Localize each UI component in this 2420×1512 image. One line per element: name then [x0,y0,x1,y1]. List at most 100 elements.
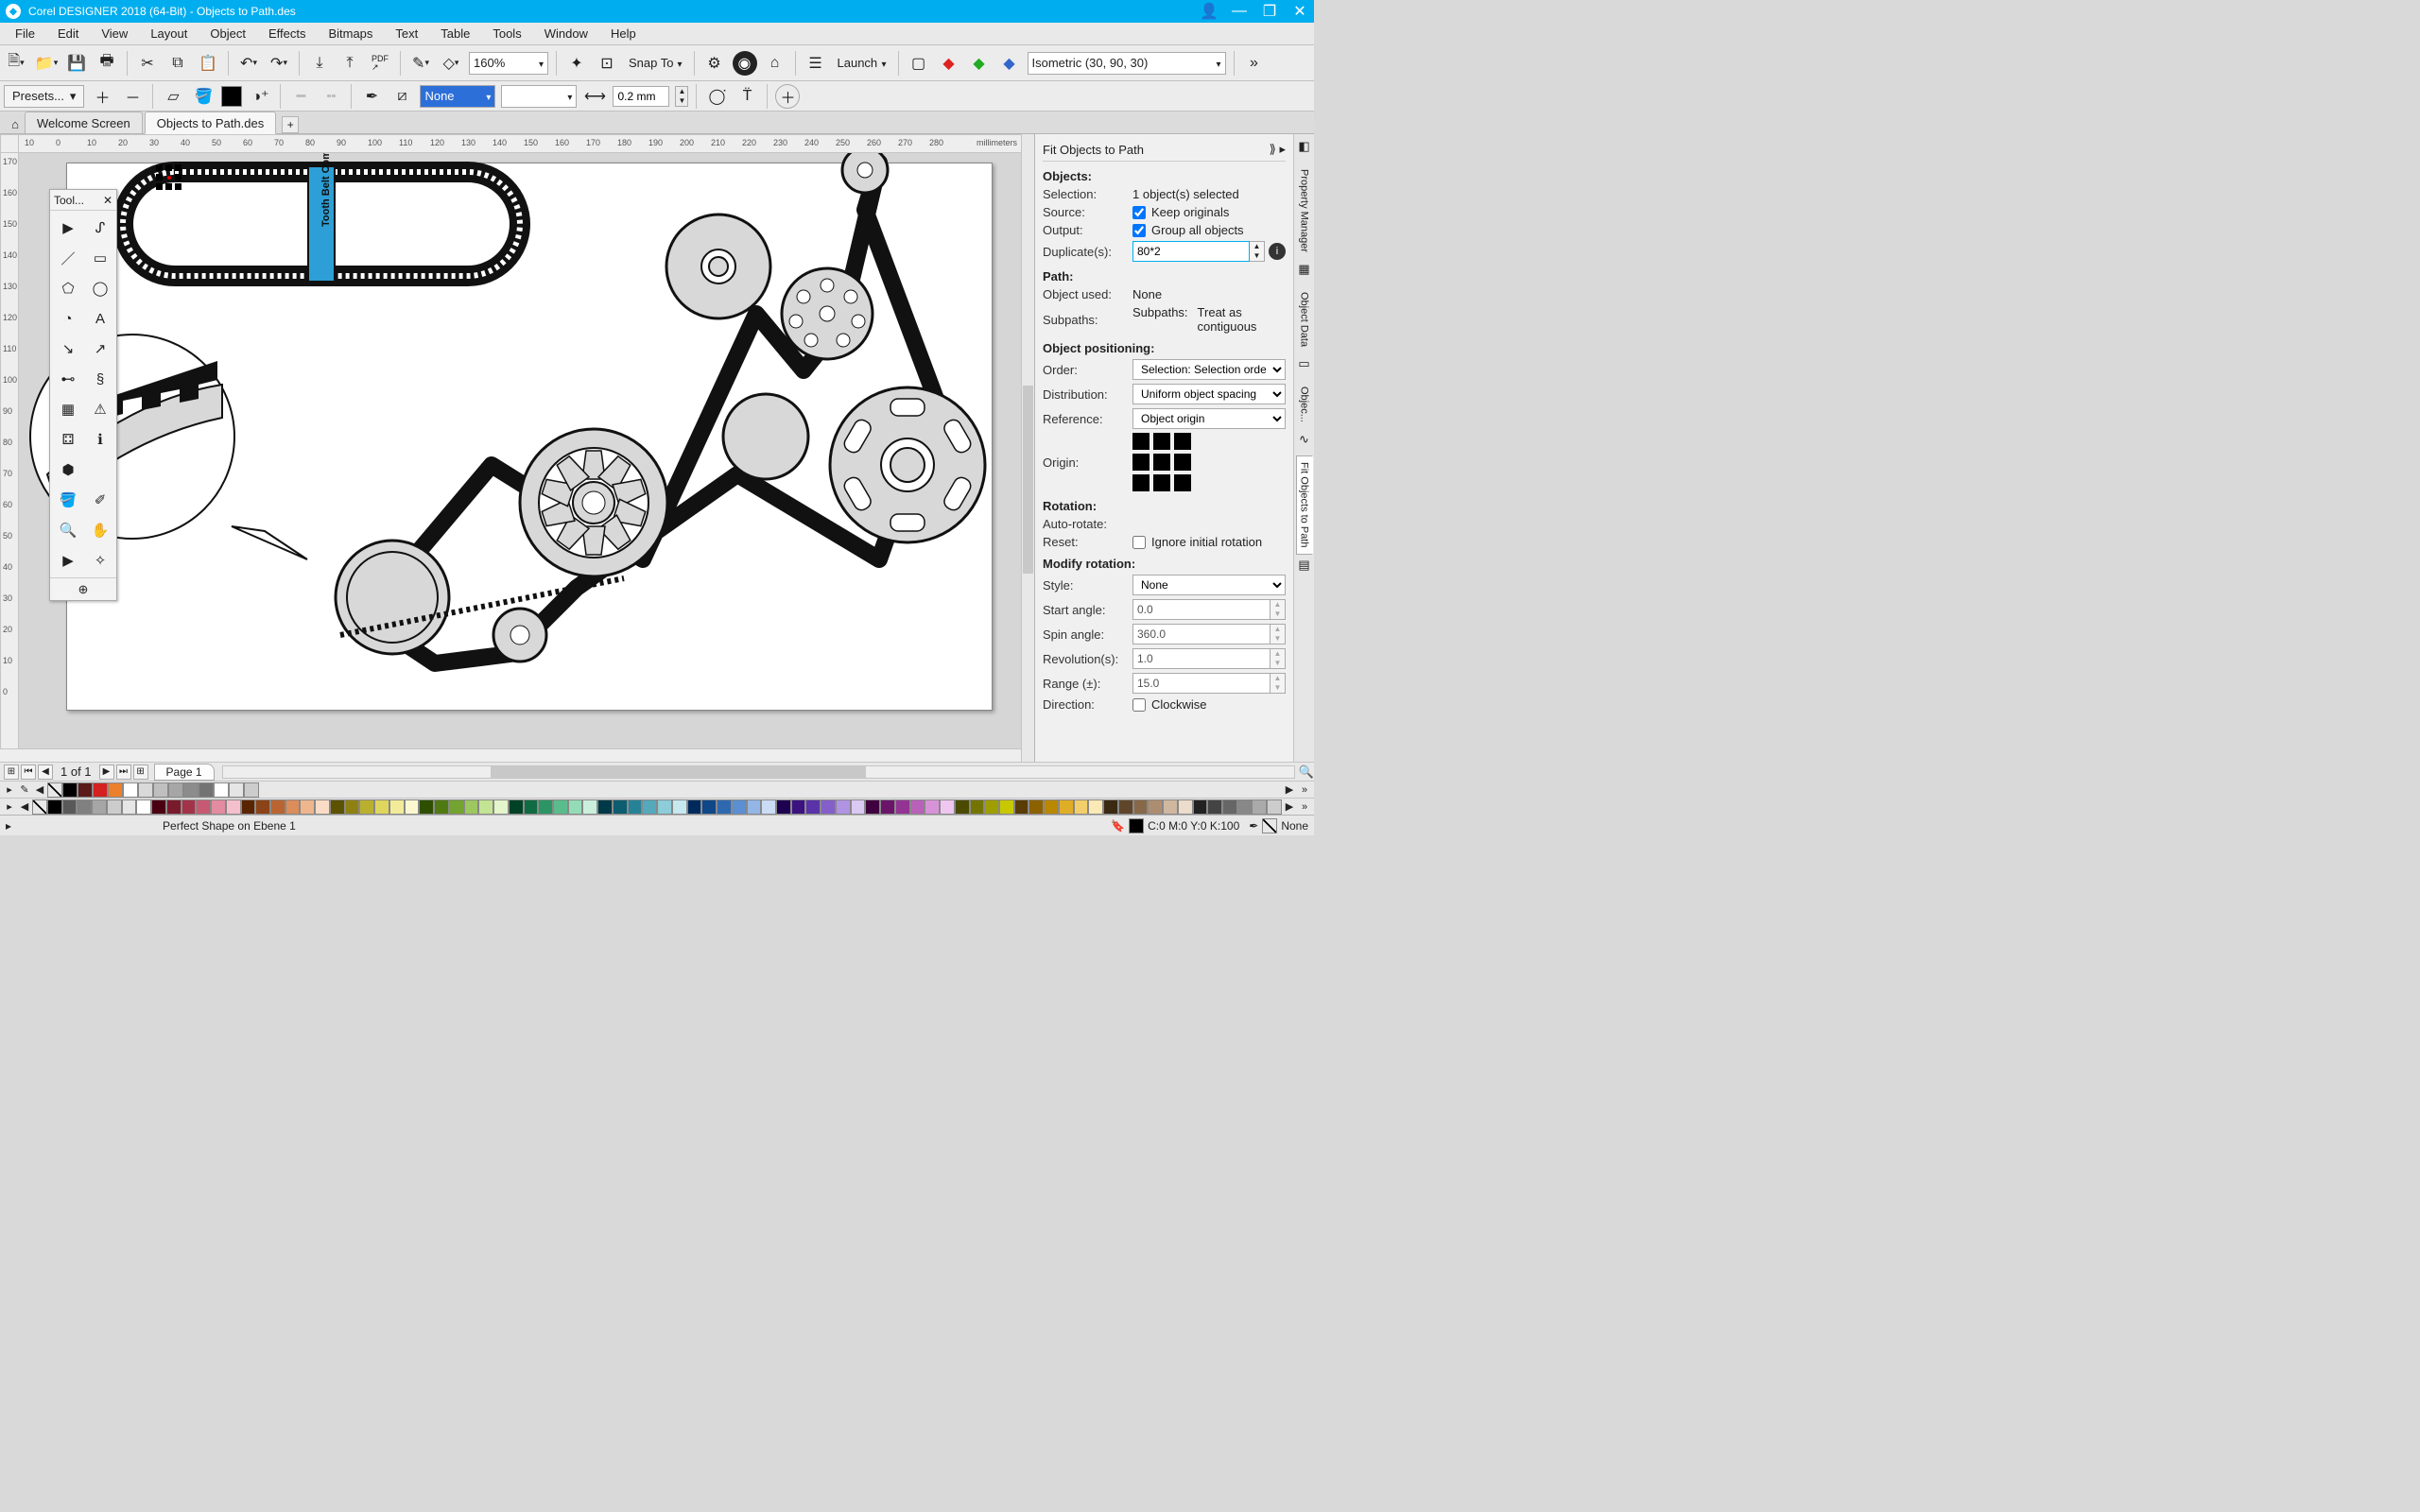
color-swatch[interactable] [628,799,643,815]
color-swatch[interactable] [138,782,153,798]
line-style-dash-icon[interactable]: ╍ [319,84,343,109]
delete-tool[interactable]: ⚠ [86,396,114,422]
color-swatch[interactable] [1237,799,1253,815]
doc-palette-scroll-right[interactable]: ▶ [1282,782,1297,798]
fill-tool[interactable]: 🪣 [54,487,82,513]
outline-color-dropdown[interactable]: None [420,85,495,108]
pen-icon[interactable]: ✒ [359,84,384,109]
color-swatch[interactable] [895,799,910,815]
cube-front-icon[interactable]: ◆ [967,51,992,76]
menu-help[interactable]: Help [601,24,646,43]
page-tab[interactable]: Page 1 [154,764,215,781]
menu-table[interactable]: Table [431,24,479,43]
node-tool[interactable]: ⊷ [54,366,82,392]
color-swatch[interactable] [553,799,568,815]
menu-edit[interactable]: Edit [48,24,88,43]
docker-tab-icon-3[interactable]: ▭ [1296,355,1313,372]
color-swatch[interactable] [196,799,211,815]
color-swatch[interactable] [1252,799,1267,815]
tab-document[interactable]: Objects to Path.des [145,112,276,134]
menu-window[interactable]: Window [535,24,597,43]
snap-grid-icon[interactable]: ⊡ [595,51,619,76]
drawing-plane-icon[interactable]: ▢ [907,51,931,76]
color-swatch[interactable] [285,799,301,815]
rectangle-tool[interactable]: ▭ [86,245,114,271]
cut-button[interactable]: ✂ [135,51,160,76]
color-swatch[interactable] [1028,799,1044,815]
color-swatch[interactable] [657,799,672,815]
save-button[interactable]: 💾 [64,51,89,76]
line-style-solid-icon[interactable]: ━ [288,84,313,109]
outline-width-dropdown[interactable] [501,85,577,108]
color-swatch[interactable] [925,799,940,815]
color-swatch[interactable] [865,799,880,815]
color-swatch[interactable] [1163,799,1178,815]
docker-tab-object-data[interactable]: Object Data [1296,285,1313,353]
ruler-horizontal[interactable]: millimeters 1001020304050607080901001101… [19,134,1021,153]
color-swatch[interactable] [211,799,226,815]
color-swatch[interactable] [93,782,108,798]
shape-tool-icon[interactable]: ◇▾ [439,51,463,76]
spiral-tool[interactable]: § [86,366,114,392]
spinner-down[interactable]: ▼ [676,96,687,106]
color-swatch[interactable] [493,799,509,815]
color-swatch[interactable] [77,799,92,815]
color-swatch[interactable] [642,799,657,815]
connector-tool[interactable]: ↗ [86,335,114,362]
page-first-button[interactable]: ⏮ [21,765,36,780]
color-swatch[interactable] [168,782,183,798]
canvas[interactable]: Tooth Belt Compamny [19,153,1021,748]
user-icon[interactable]: 👤 [1201,3,1218,20]
color-swatch[interactable] [183,782,199,798]
color-swatch[interactable] [1118,799,1133,815]
fill-bucket-icon[interactable]: 🪣 [191,84,216,109]
color-swatch[interactable] [538,799,553,815]
add-preset-button[interactable]: ＋ [90,84,114,109]
no-color-swatch-2[interactable] [32,799,47,815]
toolbox-add-button[interactable]: ⊕ [50,577,116,600]
zoom-dropdown[interactable]: 160% [469,52,548,75]
color-swatch[interactable] [805,799,821,815]
docker-tab-object[interactable]: Objec... [1296,380,1313,429]
color-swatch[interactable] [136,799,151,815]
projection-preset-dropdown[interactable]: Isometric (30, 90, 30) [1028,52,1226,75]
color-swatch[interactable] [524,799,539,815]
status-outline-swatch[interactable] [1262,818,1277,833]
table-tool[interactable]: ▦ [54,396,82,422]
snap-to-dropdown[interactable]: Snap To [625,52,686,75]
color-swatch[interactable] [214,782,229,798]
distribution-dropdown[interactable]: Uniform object spacing [1132,384,1286,404]
color-swatch[interactable] [940,799,955,815]
menu-object[interactable]: Object [200,24,255,43]
color-swatch[interactable] [1222,799,1237,815]
docker-close-icon[interactable]: ▸ [1279,142,1286,156]
doc-palette-scroll-left[interactable]: ◀ [32,782,47,798]
palette-menu-icon[interactable]: ▸ [2,799,17,815]
docker-tab-property-manager[interactable]: Property Manager [1296,163,1313,259]
style-dropdown[interactable]: None [1132,575,1286,595]
color-swatch[interactable] [229,782,244,798]
color-swatch[interactable] [108,782,123,798]
color-swatch[interactable] [672,799,687,815]
cube-top-icon[interactable]: ◆ [937,51,961,76]
duplicates-input[interactable] [1132,241,1250,262]
extrude-tool[interactable]: ⬢ [54,456,82,483]
overflow-icon[interactable]: » [1242,51,1267,76]
close-button[interactable]: ✕ [1291,3,1308,20]
dimension-tool[interactable]: ↘ [54,335,82,362]
palette-scroll-right[interactable]: ▶ [1282,799,1297,815]
add-custom-button[interactable]: ＋ [775,84,800,109]
color-swatch[interactable] [999,799,1014,815]
color-swatch[interactable] [389,799,405,815]
color-swatch[interactable] [374,799,389,815]
color-swatch[interactable] [166,799,182,815]
color-swatch[interactable] [62,782,78,798]
eyedropper-tool[interactable]: ✐ [86,487,114,513]
color-swatch[interactable] [330,799,345,815]
color-swatch[interactable] [1193,799,1208,815]
paste-button[interactable]: 📋 [196,51,220,76]
color-swatch[interactable] [701,799,717,815]
docker-tab-icon-5[interactable]: ▤ [1296,557,1313,574]
color-swatch[interactable] [1267,799,1282,815]
curve-tool-icon[interactable]: ✎▾ [408,51,433,76]
